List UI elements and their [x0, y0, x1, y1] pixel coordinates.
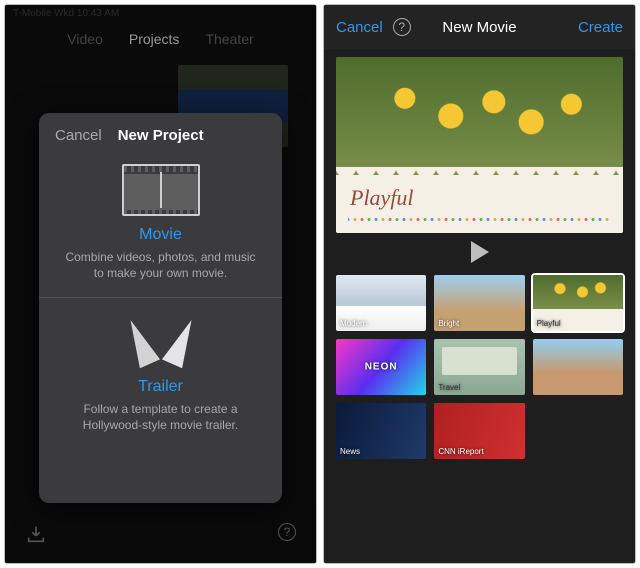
theme-thumbnail[interactable]: News — [336, 403, 426, 459]
download-icon[interactable] — [25, 523, 47, 545]
theme-thumbnail[interactable]: Bright — [434, 275, 524, 331]
spotlight-icon — [126, 312, 196, 372]
create-button[interactable]: Create — [578, 19, 623, 36]
preview-image — [336, 57, 623, 175]
play-icon[interactable] — [471, 241, 489, 263]
preview-theme-label: Playful — [350, 185, 414, 211]
tab-video[interactable]: Video — [67, 31, 103, 47]
tab-bar: Video Projects Theater — [5, 31, 316, 47]
help-icon[interactable]: ? — [278, 523, 296, 541]
decoration-dots — [348, 218, 611, 221]
movie-option[interactable]: Movie Combine videos, photos, and music … — [55, 158, 266, 281]
help-icon[interactable]: ? — [393, 18, 411, 36]
tab-projects[interactable]: Projects — [129, 31, 180, 47]
new-project-modal: Cancel New Project Movie Combine videos,… — [39, 113, 282, 503]
movie-title: Movie — [55, 226, 266, 244]
trailer-description: Follow a template to create a Hollywood-… — [55, 402, 266, 433]
cancel-button[interactable]: Cancel — [336, 19, 383, 36]
movie-description: Combine videos, photos, and music to mak… — [55, 250, 266, 281]
tab-theater[interactable]: Theater — [205, 31, 253, 47]
trailer-option[interactable]: Trailer Follow a template to create a Ho… — [55, 310, 266, 433]
theme-thumbnail[interactable]: Modern — [336, 275, 426, 331]
filmstrip-icon — [122, 164, 200, 216]
cancel-button[interactable]: Cancel — [55, 127, 102, 144]
header-bar: Cancel ? New Movie Create — [324, 5, 635, 49]
trailer-title: Trailer — [55, 378, 266, 396]
status-bar: T-Mobile Wkd 10:43 AM — [5, 5, 316, 23]
theme-thumbnail[interactable]: NEON — [336, 339, 426, 395]
modal-title: New Project — [118, 127, 204, 144]
theme-preview: Playful — [336, 57, 623, 233]
theme-thumbnail[interactable]: Playful — [533, 275, 623, 331]
theme-thumbnail[interactable]: CNN iReport — [434, 403, 524, 459]
theme-thumbnail[interactable] — [533, 339, 623, 395]
preview-banner: Playful — [336, 175, 623, 233]
left-screen: T-Mobile Wkd 10:43 AM Video Projects The… — [4, 4, 317, 564]
right-screen: Cancel ? New Movie Create Playful Modern… — [323, 4, 636, 564]
theme-grid: Modern Bright Playful NEON Travel News C… — [336, 275, 623, 553]
divider — [39, 297, 282, 298]
theme-thumbnail[interactable]: Travel — [434, 339, 524, 395]
